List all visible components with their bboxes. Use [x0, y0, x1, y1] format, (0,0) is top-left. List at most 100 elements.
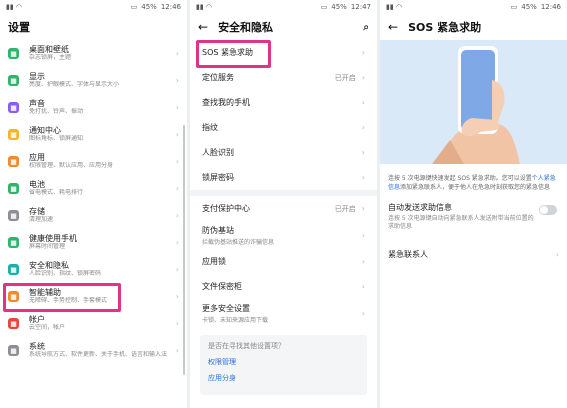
settings-list: ■ 桌面和壁纸 杂志锁屏，主题 › ■ 显示 亮度、护眼模式、字体与显示大小 › ■ 声音 免打扰、… — [0, 40, 187, 364]
chevron-right-icon: › — [361, 73, 365, 82]
settings-item-title: 存储 — [29, 207, 45, 216]
chevron-right-icon: › — [175, 103, 179, 112]
security-item-label: 更多安全设置 — [202, 303, 250, 313]
status-bar: ▮▮ ◠ ▭ 45% 12:46 — [380, 0, 567, 14]
settings-item-subtitle: 清理加速 — [29, 216, 54, 223]
settings-item-subtitle: 权限管理、默认应用、应用分身 — [29, 162, 114, 169]
settings-item-title: 电池 — [29, 180, 45, 189]
hand-phone-illustration — [380, 40, 567, 164]
battery-percent: 45% — [331, 3, 347, 11]
signal-icon: ▮▮ ◠ — [386, 3, 403, 11]
settings-item-title: 健康使用手机 — [29, 234, 77, 243]
settings-item[interactable]: ■ 显示 亮度、护眼模式、字体与显示大小 › — [0, 67, 187, 94]
link-app-twin[interactable]: 应用分身 — [208, 373, 359, 383]
security-item[interactable]: SOS 紧急求助 › — [190, 40, 377, 65]
security-item[interactable]: 防伪基站 拦截伪基站推送的诈骗信息 › — [190, 221, 377, 249]
security-item-text: 锁屏密码 — [202, 172, 234, 183]
settings-item-text: 应用 权限管理、默认应用、应用分身 — [29, 153, 172, 170]
chevron-right-icon: › — [175, 211, 179, 220]
settings-item-title: 声音 — [29, 99, 45, 108]
settings-panel: ▮▮ ◠ ▭ 45% 12:46 设置 ■ 桌面和壁纸 杂志锁屏，主题 › ■ 显示 亮度、… — [0, 0, 187, 408]
settings-item-text: 智能辅助 无障碍、手势控制、手套模式 — [29, 288, 172, 305]
chevron-right-icon: › — [361, 123, 365, 132]
chevron-right-icon: › — [175, 319, 179, 328]
security-item[interactable]: 锁屏密码 › — [190, 165, 377, 190]
chevron-right-icon: › — [361, 148, 365, 157]
auto-send-toggle[interactable] — [539, 205, 557, 215]
auto-send-description: 连按 5 次电源键自动向紧急联系人发送附带当前位置的求助信息 — [388, 215, 534, 230]
emergency-contacts-row[interactable]: 紧急联系人 › — [380, 231, 567, 260]
security-item-label: 支付保护中心 — [202, 204, 250, 213]
page-title: 安全和隐私 — [218, 21, 274, 34]
settings-item-subtitle: 杂志锁屏，主题 — [29, 54, 72, 61]
search-icon[interactable]: ⌕ — [363, 22, 369, 33]
settings-item[interactable]: ■ 健康使用手机 屏幕时间管理 › — [0, 229, 187, 256]
chevron-right-icon: › — [175, 346, 179, 355]
security-panel: ▮▮ ◠ ▭ 45% 12:47 ← 安全和隐私 ⌕ SOS 紧急求助 › 定位服务… — [190, 0, 377, 408]
chevron-right-icon: › — [361, 48, 365, 57]
settings-item-title: 显示 — [29, 72, 45, 81]
settings-item[interactable]: ■ 智能辅助 无障碍、手势控制、手套模式 › — [0, 283, 187, 310]
security-item-label: 应用锁 — [202, 257, 226, 266]
settings-item[interactable]: ■ 声音 免打扰、铃声、振动 › — [0, 94, 187, 121]
suggestion-card: 是否在寻找其他设置项？ 权限管理 应用分身 — [200, 335, 367, 395]
scrollbar[interactable] — [183, 125, 185, 375]
chevron-right-icon: › — [361, 257, 365, 266]
settings-item-text: 通知中心 图标角标、锁屏通知 — [29, 126, 172, 143]
back-arrow-icon[interactable]: ← — [198, 20, 208, 34]
security-item-subtitle: 拦截伪基站推送的诈骗信息 — [202, 238, 275, 246]
settings-item[interactable]: ■ 通知中心 图标角标、锁屏通知 › — [0, 121, 187, 148]
auto-send-row: 自动发送求助信息 连按 5 次电源键自动向紧急联系人发送附带当前位置的求助信息 — [380, 192, 567, 231]
settings-item-title: 安全和隐私 — [29, 261, 69, 270]
status-time: 12:46 — [160, 3, 181, 11]
settings-item[interactable]: ■ 存储 清理加速 › — [0, 202, 187, 229]
security-item[interactable]: 文件保密柜 › — [190, 274, 377, 299]
settings-item-icon: ■ — [8, 102, 19, 113]
security-item[interactable]: 应用锁 › — [190, 249, 377, 274]
battery-percent: 45% — [141, 3, 157, 11]
security-item-text: SOS 紧急求助 — [202, 47, 253, 58]
security-item-subtitle: 卡锁、未知来源应用下载 — [202, 316, 269, 324]
security-item-text: 定位服务 — [202, 72, 234, 83]
security-item-text: 文件保密柜 — [202, 281, 242, 292]
security-item[interactable]: 指纹 › — [190, 115, 377, 140]
settings-item[interactable]: ■ 安全和隐私 人脸识别、指纹、锁屏密码 › — [0, 256, 187, 283]
settings-item-subtitle: 云空间，帐户 — [29, 324, 66, 331]
security-item-label: 锁屏密码 — [202, 173, 234, 182]
settings-item-title: 智能辅助 — [29, 288, 61, 297]
settings-item[interactable]: ■ 桌面和壁纸 杂志锁屏，主题 › — [0, 40, 187, 67]
security-item-text: 防伪基站 拦截伪基站推送的诈骗信息 — [202, 225, 274, 246]
settings-item-icon: ■ — [8, 237, 19, 248]
battery-icon: ▭ — [510, 3, 518, 11]
page-title: 设置 — [8, 21, 30, 34]
security-item[interactable]: 更多安全设置卡锁、未知来源应用下载 › — [190, 299, 377, 327]
security-item[interactable]: 支付保护中心 已开启 › — [190, 196, 377, 221]
settings-item[interactable]: ■ 电池 省电模式、耗电排行 › — [0, 175, 187, 202]
security-item-text: 指纹 — [202, 122, 218, 133]
emergency-contacts-label: 紧急联系人 — [388, 250, 428, 259]
security-item[interactable]: 定位服务 已开启 › — [190, 65, 377, 90]
settings-item[interactable]: ■ 应用 权限管理、默认应用、应用分身 › — [0, 148, 187, 175]
settings-item[interactable]: ■ 系统 系统导航方式、软件更新、关于手机、语言和输入法 › — [0, 337, 187, 364]
description-text-a: 连按 5 次电源键快速发起 SOS 紧急求助。您可以设置 — [388, 175, 532, 182]
back-arrow-icon[interactable]: ← — [388, 20, 398, 34]
security-item-label: 定位服务 — [202, 73, 234, 82]
security-item-text: 查找我的手机 — [202, 97, 250, 108]
security-list: SOS 紧急求助 › 定位服务 已开启 › 查找我的手机 › 指纹 › 人脸识别 › 锁屏密码 › — [190, 40, 377, 190]
security-item-value: 已开启 — [334, 204, 356, 213]
settings-item-subtitle: 无障碍、手势控制、手套模式 — [29, 297, 108, 304]
chevron-right-icon: › — [361, 282, 365, 291]
signal-icon: ▮▮ ◠ — [6, 3, 23, 11]
settings-item-text: 显示 亮度、护眼模式、字体与显示大小 — [29, 72, 172, 89]
security-item[interactable]: 人脸识别 › — [190, 140, 377, 165]
chevron-right-icon: › — [361, 308, 365, 318]
security-item-label: SOS 紧急求助 — [202, 48, 253, 57]
link-permission-management[interactable]: 权限管理 — [208, 357, 359, 367]
settings-item-title: 通知中心 — [29, 126, 61, 135]
settings-item-icon: ■ — [8, 345, 19, 356]
security-item[interactable]: 查找我的手机 › — [190, 90, 377, 115]
settings-item[interactable]: ■ 帐户 云空间，帐户 › — [0, 310, 187, 337]
security-item-text: 更多安全设置卡锁、未知来源应用下载 — [202, 303, 268, 324]
security-item-label: 文件保密柜 — [202, 282, 242, 291]
security-item-label: 指纹 — [202, 123, 218, 132]
